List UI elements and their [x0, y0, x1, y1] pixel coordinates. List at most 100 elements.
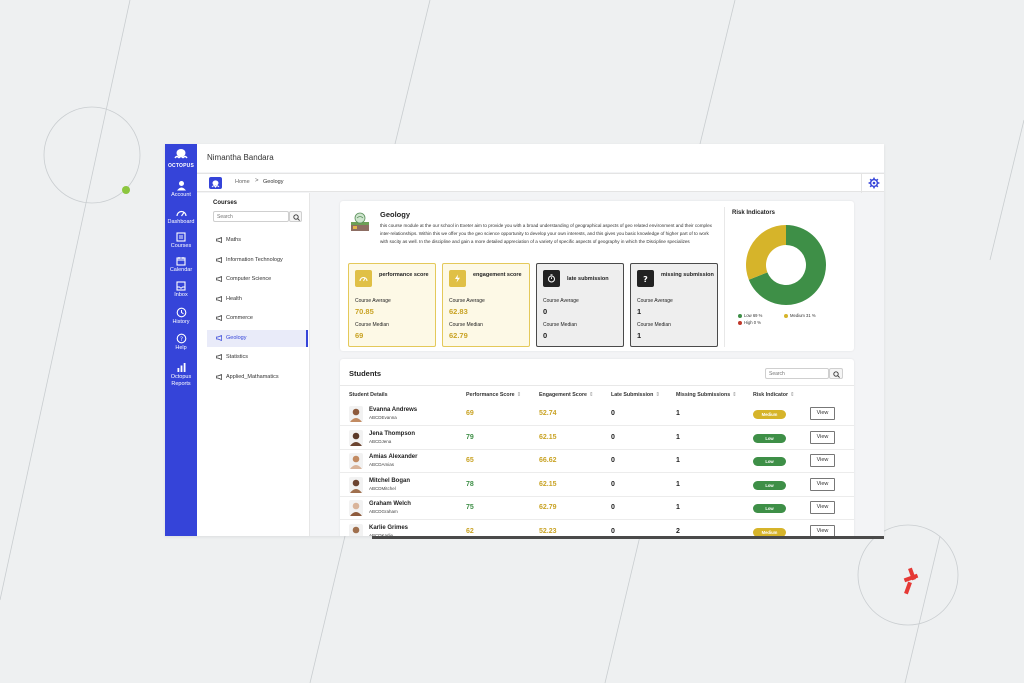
octopus-logo-icon [174, 149, 188, 159]
risk-badge: Low [753, 457, 786, 466]
student-search-button[interactable] [829, 368, 843, 379]
col-header-late[interactable]: Late Submission ⇕ [611, 392, 660, 398]
rail-item-label: Help [175, 345, 187, 351]
course-search-button[interactable] [289, 211, 302, 222]
search-icon [293, 214, 300, 221]
megaphone-icon [216, 295, 222, 302]
student-search-input[interactable] [765, 368, 829, 379]
missing-submission-count: 1 [676, 480, 680, 488]
gear-icon[interactable] [868, 177, 880, 189]
course-item-label: Commerce [226, 315, 253, 321]
rail-item-inbox[interactable]: Inbox [165, 281, 197, 299]
col-header-missing[interactable]: Missing Submissions ⇕ [676, 392, 737, 398]
table-row: Mitchel Bogan ABCDMitchel 78 62.15 0 1 Low View [340, 473, 854, 497]
stat-median-label: Course Median [355, 322, 389, 328]
stat-median-value: 1 [637, 331, 642, 340]
legend-medium: Medium 31 % [784, 313, 816, 318]
students-card: Students Student Details Performance Sco… [340, 359, 854, 536]
app-logo-icon[interactable] [209, 177, 222, 189]
col-header-label: Student Details [349, 392, 388, 398]
course-item[interactable]: Geology [207, 329, 308, 347]
rail-item-dashboard[interactable]: Dashboard [165, 208, 197, 226]
missing-submission-count: 1 [676, 433, 680, 441]
engagement-score: 62.15 [539, 480, 557, 488]
rail-item-label: History [172, 319, 190, 325]
risk-badge: Low [753, 480, 786, 490]
course-item[interactable]: Health [207, 291, 308, 308]
view-button[interactable]: View [810, 477, 835, 491]
donut-slice-1 [746, 225, 786, 280]
courses-sidebar: Courses Maths Information Technology Compu… [197, 193, 310, 536]
view-button[interactable]: View [810, 407, 835, 420]
missing-submission-count: 1 [676, 410, 680, 417]
sort-icon[interactable]: ⇕ [732, 392, 736, 398]
stat-title: missing submission [661, 272, 714, 278]
course-item[interactable]: Information Technology [207, 252, 308, 269]
divider [724, 207, 725, 347]
rail-item-courses[interactable]: Courses [165, 232, 197, 250]
top-bar: Nimantha Bandara [197, 144, 884, 172]
breadcrumb-home[interactable]: Home [235, 179, 250, 185]
risk-badge: Medium [753, 527, 786, 536]
sort-icon[interactable]: ⇕ [589, 392, 593, 398]
rail-item-account[interactable]: Account [165, 180, 197, 199]
view-button[interactable]: View [810, 501, 835, 514]
student-id: ABCDJena [369, 438, 392, 444]
course-item[interactable]: Maths [207, 232, 308, 249]
rail-item-help[interactable]: ? Help [165, 333, 197, 352]
user-name: Nimantha Bandara [207, 153, 274, 162]
course-search-input[interactable] [213, 211, 289, 222]
performance-score: 75 [466, 504, 474, 511]
dashboard-icon [175, 210, 187, 217]
course-item-label: Statistics [226, 354, 249, 360]
student-id: ABCDAmias [369, 462, 395, 467]
course-item-label: Maths [226, 237, 241, 243]
course-item-label: Information Technology [226, 256, 283, 263]
student-name: Amias Alexander [369, 454, 418, 460]
engagement-score: 52.74 [539, 410, 557, 417]
history-icon [176, 307, 186, 318]
table-row: Karlie Grimes ABCDKarlie 62 52.23 0 2 Medium Vi… [340, 520, 854, 536]
horizontal-scrollbar[interactable] [372, 536, 884, 539]
sort-icon[interactable]: ⇕ [655, 392, 659, 398]
performance-score-card: performance score Course Average 70.85 C… [348, 263, 436, 347]
rail-item-reports[interactable]: Octopus Reports [165, 362, 197, 387]
col-header-risk[interactable]: Risk Indicator ⇕ [753, 392, 794, 398]
legend-swatch [738, 313, 742, 318]
avatar [349, 453, 363, 469]
rail-item-calendar[interactable]: Calendar [165, 256, 197, 274]
course-item[interactable]: Commerce [207, 310, 308, 327]
col-header-performance[interactable]: Performance Score ⇕ [466, 392, 521, 398]
gauge-icon [355, 270, 372, 287]
lightning-icon [449, 270, 466, 287]
risk-donut-chart [746, 225, 826, 305]
course-item-label: Applied_Mathamatics [226, 373, 279, 380]
course-item[interactable]: Statistics [207, 349, 308, 366]
rail-item-history[interactable]: History [165, 307, 197, 326]
divider [340, 385, 854, 386]
sort-icon[interactable]: ⇕ [517, 392, 521, 398]
course-overview-card: Geology this course module at the our sc… [340, 201, 854, 351]
sort-icon[interactable]: ⇕ [790, 392, 794, 398]
rail-item-label: Dashboard [167, 219, 195, 225]
octopus-logo[interactable]: OCTOPUS [165, 148, 197, 169]
col-header-engagement[interactable]: Engagement Score ⇕ [539, 392, 593, 398]
view-button[interactable]: View [810, 454, 835, 467]
view-button[interactable]: View [810, 524, 835, 536]
avatar [349, 523, 363, 536]
risk-badge: Medium [753, 410, 786, 419]
late-submission-count: 0 [611, 480, 615, 488]
engagement-score-card: engagement score Course Average 62.83 Co… [442, 263, 530, 347]
risk-indicators-title: Risk Indicators [732, 210, 776, 216]
legend-swatch [784, 313, 788, 318]
megaphone-icon [216, 373, 222, 380]
engagement-score: 62.79 [539, 504, 557, 511]
course-item[interactable]: Computer Science [207, 271, 308, 288]
legend-label: High 0 % [744, 320, 761, 325]
course-item[interactable]: Applied_Mathamatics [207, 369, 308, 386]
engagement-score: 52.23 [539, 527, 557, 535]
avatar [349, 429, 363, 446]
app-window: OCTOPUS Account Dashboard Courses Calend… [165, 144, 884, 536]
view-button[interactable]: View [810, 430, 835, 444]
stat-average-label: Course Average [449, 298, 485, 304]
